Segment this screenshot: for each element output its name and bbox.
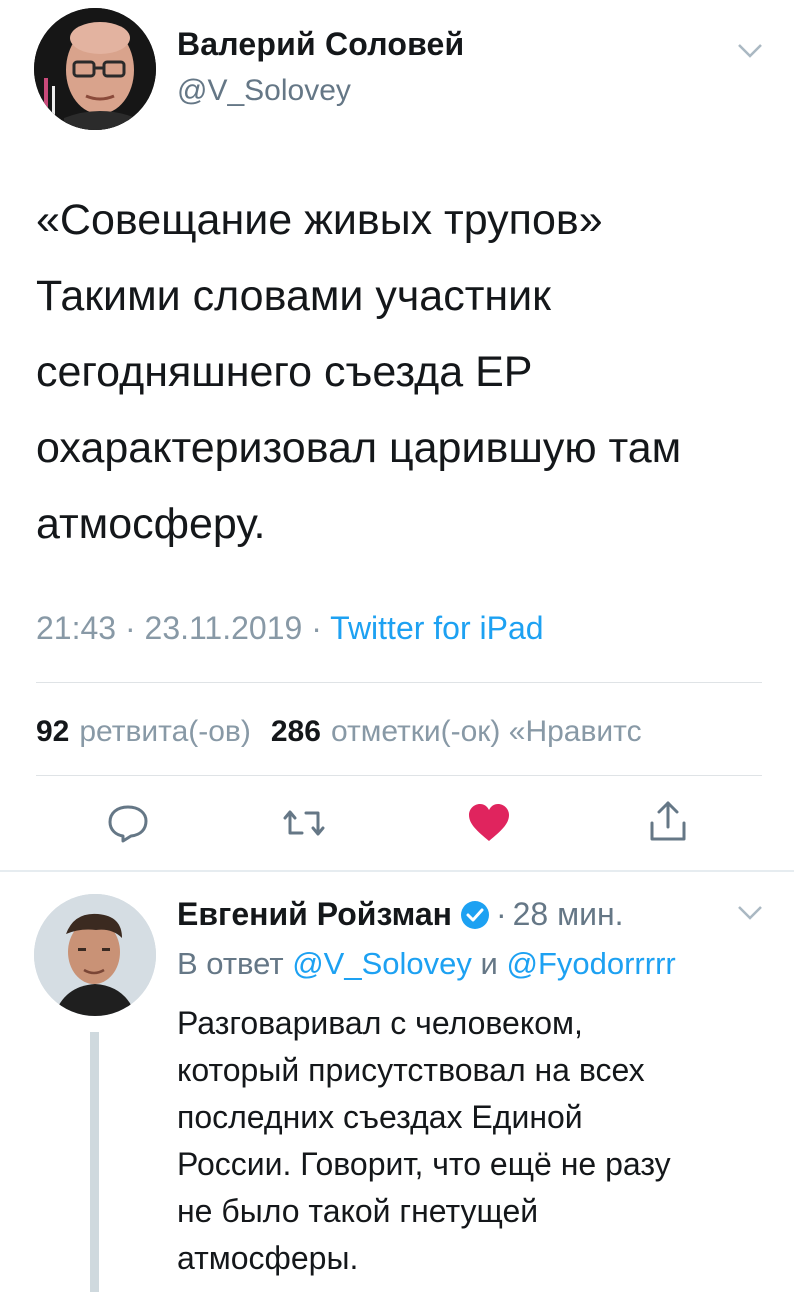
likes-label: отметки(-ок) «Нравитс [330, 715, 642, 748]
reply-to-line: В ответ @V_Solovey и @Fyodorrrrr [177, 946, 676, 982]
thread-line [90, 1032, 99, 1292]
tweet-time: 21:43 [36, 610, 117, 646]
tweet-source-link[interactable]: Twitter for iPad [330, 610, 543, 646]
meta-separator: · [124, 610, 136, 646]
reply-time: 28 мин. [512, 896, 624, 932]
reply-author-name[interactable]: Евгений Ройзман [177, 896, 452, 933]
retweets-label: ретвита(-ов) [79, 715, 251, 748]
avatar-photo [34, 894, 156, 1016]
reply-text: Разговаривал с человеком, который присут… [177, 1005, 671, 1276]
meta-separator: · [495, 896, 507, 932]
divider [36, 682, 762, 683]
reply-tweet[interactable]: Евгений Ройзман · 28 мин. В ответ @V_Sol… [0, 872, 794, 1292]
meta-separator: · [311, 610, 322, 646]
tweet-meta: 21:43 · 23.11.2019 · Twitter for iPad [36, 610, 544, 647]
author-name[interactable]: Валерий Соловей [177, 26, 464, 63]
heart-filled-icon[interactable] [467, 801, 511, 845]
divider [36, 775, 762, 776]
author-handle[interactable]: @V_Solovey [177, 74, 351, 108]
tweet-text: «Совещание живых трупов» Такими словами … [36, 196, 682, 548]
author-avatar[interactable] [34, 8, 156, 130]
tweet-date: 23.11.2019 [144, 610, 303, 646]
main-tweet: Валерий Соловей @V_Solovey «Совещание жи… [0, 0, 794, 870]
retweet-icon[interactable] [282, 801, 326, 845]
retweets-stat[interactable]: 92 ретвита(-ов) [36, 715, 251, 748]
tweet-stats: 92 ретвита(-ов) 286 отметки(-ок) «Нравитс [36, 715, 642, 749]
mention-link[interactable]: @V_Solovey [292, 946, 472, 981]
reply-header: Евгений Ройзман · 28 мин. [177, 896, 624, 933]
verified-badge-icon [460, 900, 489, 929]
reply-conjunction: и [480, 946, 498, 981]
chevron-down-icon[interactable] [737, 42, 763, 60]
retweets-count: 92 [36, 715, 70, 748]
likes-count: 286 [270, 715, 321, 748]
chevron-down-icon[interactable] [737, 904, 763, 922]
mention-link[interactable]: @Fyodorrrrr [506, 946, 675, 981]
reply-author-avatar[interactable] [34, 894, 156, 1016]
reply-prefix: В ответ [177, 946, 284, 981]
reply-icon[interactable] [106, 801, 150, 845]
share-icon[interactable] [646, 799, 690, 843]
likes-stat[interactable]: 286 отметки(-ок) «Нравитс [271, 715, 642, 748]
avatar-photo [34, 8, 156, 130]
